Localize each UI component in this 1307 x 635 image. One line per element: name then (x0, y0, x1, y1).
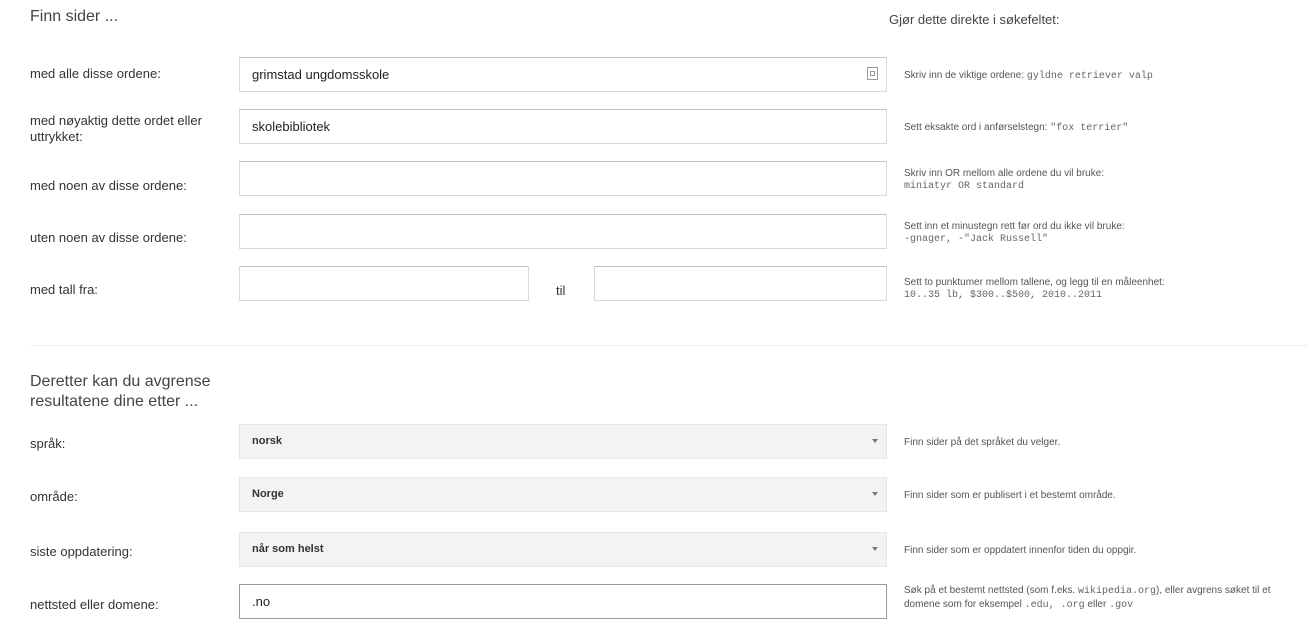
exact-phrase-input[interactable]: skolebibliotek (239, 109, 887, 144)
any-words-input[interactable] (239, 161, 887, 196)
section-divider (30, 345, 1307, 346)
exact-phrase-label: med nøyaktig dette ordet eller uttrykket… (30, 113, 202, 144)
last-update-select[interactable]: når som helst (239, 532, 887, 567)
number-from-input[interactable] (239, 266, 529, 301)
language-value: norsk (252, 435, 282, 447)
last-update-hint: Finn sider som er oppdatert innenfor tid… (904, 545, 1137, 556)
chevron-down-icon (872, 492, 878, 496)
number-range-label: med tall fra: (30, 282, 98, 297)
any-words-label: med noen av disse ordene: (30, 178, 187, 193)
all-words-label: med alle disse ordene: (30, 66, 161, 81)
any-words-hint: Skriv inn OR mellom alle ordene du vil b… (904, 168, 1105, 192)
all-words-hint: Skriv inn de viktige ordene: gyldne retr… (904, 70, 1153, 82)
language-label: språk: (30, 436, 66, 451)
site-domain-hint: Søk på et bestemt nettsted (som f.eks. w… (904, 585, 1271, 611)
chevron-down-icon (872, 439, 878, 443)
number-range-hint: Sett to punktumer mellom tallene, og leg… (904, 277, 1165, 301)
number-to-input[interactable] (594, 266, 887, 301)
language-hint: Finn sider på det språket du velger. (904, 437, 1061, 448)
hint-heading: Gjør dette direkte i søkefeltet: (889, 12, 1060, 27)
last-update-label: siste oppdatering: (30, 544, 133, 559)
exact-phrase-value: skolebibliotek (252, 119, 331, 134)
region-value: Norge (252, 488, 284, 500)
last-update-value: når som helst (252, 543, 324, 555)
number-to-label: til (556, 283, 566, 298)
exact-phrase-hint: Sett eksakte ord i anførselstegn: "fox t… (904, 122, 1129, 134)
none-words-input[interactable] (239, 214, 887, 249)
site-domain-input[interactable]: .no (239, 584, 887, 619)
keyboard-icon[interactable] (867, 67, 878, 80)
narrow-title: Deretter kan du avgrense resultatene din… (30, 373, 211, 410)
region-select[interactable]: Norge (239, 477, 887, 512)
none-words-label: uten noen av disse ordene: (30, 230, 187, 245)
all-words-value: grimstad ungdomsskole (252, 67, 390, 82)
region-hint: Finn sider som er publisert i et bestemt… (904, 490, 1116, 501)
region-label: område: (30, 489, 78, 504)
language-select[interactable]: norsk (239, 424, 887, 459)
chevron-down-icon (872, 547, 878, 551)
site-domain-value: .no (252, 594, 271, 609)
find-pages-title: Finn sider ... (30, 8, 119, 25)
site-domain-label: nettsted eller domene: (30, 597, 159, 612)
none-words-hint: Sett inn et minustegn rett før ord du ik… (904, 221, 1125, 245)
all-words-input[interactable]: grimstad ungdomsskole (239, 57, 887, 92)
